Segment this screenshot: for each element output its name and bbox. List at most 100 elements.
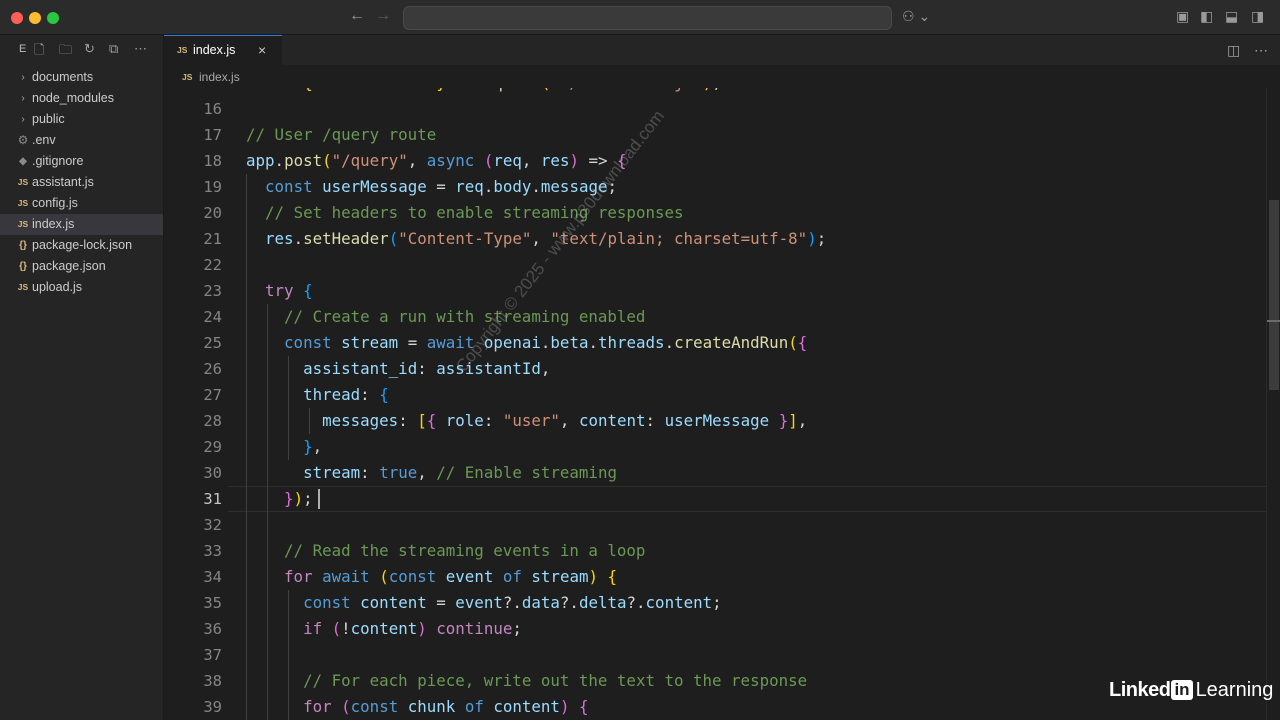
line-number: 27 (203, 386, 222, 404)
current-line-highlight (228, 486, 1266, 512)
chevron-right-icon: › (21, 93, 25, 104)
editor-tab-bar: JS index.js × ◫ ⋯ (164, 35, 1280, 66)
toggle-panel-icon[interactable]: ⬓ (1225, 8, 1238, 25)
brand-text-linked: Linked (1109, 679, 1171, 701)
line-number: 34 (203, 568, 222, 586)
tree-item-label: assistant.js (32, 175, 94, 189)
line-number: 36 (203, 620, 222, 638)
refresh-icon[interactable]: ↻ (84, 41, 95, 57)
gear-icon: ⚙ (17, 133, 29, 147)
minimize-window-button[interactable] (29, 12, 41, 24)
layout-customize-icon[interactable]: ▣ (1176, 8, 1189, 25)
line-number: 33 (203, 542, 222, 560)
js-file-icon: JS (17, 282, 29, 292)
vertical-scrollbar[interactable] (1266, 88, 1280, 720)
js-file-icon: JS (17, 177, 29, 187)
line-number: 22 (203, 256, 222, 274)
dot-icon: ◆ (19, 156, 27, 167)
maximize-window-button[interactable] (47, 12, 59, 24)
text-cursor (318, 489, 320, 509)
more-actions-icon[interactable]: ⋯ (1254, 42, 1268, 59)
js-file-icon: JS (17, 198, 29, 208)
close-icon[interactable]: × (258, 42, 266, 58)
tree-item-label: public (32, 112, 65, 126)
title-bar: ← → ⚇ ⌄ ▣ ◧ ⬓ ◨ (0, 0, 1280, 35)
code-line: if (!content) continue; (303, 619, 522, 638)
line-number: 26 (203, 360, 222, 378)
tab-index-js[interactable]: JS index.js × (164, 35, 282, 66)
tree-item-label: documents (32, 70, 94, 84)
explorer-title: E (19, 43, 27, 55)
file-tree: › documents › node_modules › public ⚙ .e… (0, 67, 163, 298)
tree-item-gitignore[interactable]: ◆ .gitignore (0, 151, 163, 172)
tree-item-assistant-js[interactable]: JS assistant.js (0, 172, 163, 193)
explorer-header: E 🗋 🗀 ↻ ⧉ ⋯ (0, 35, 163, 65)
code-line: messages: [{ role: "user", content: user… (322, 411, 808, 430)
tree-item-label: package.json (32, 259, 106, 273)
tree-item-label: .env (32, 133, 56, 147)
tree-item-documents[interactable]: › documents (0, 67, 163, 88)
code-line: const userMessage = req.body.message; (265, 177, 617, 196)
scrollbar-thumb[interactable] (1269, 200, 1279, 390)
code-line: // Create a run with streaming enabled (284, 307, 646, 326)
js-file-icon: JS (17, 219, 29, 229)
code-line: assistant_id: assistantId, (303, 359, 551, 378)
new-file-icon[interactable]: 🗋 (34, 41, 44, 63)
tree-item-label: .gitignore (32, 154, 84, 168)
code-line: thread: { (303, 385, 389, 404)
js-file-icon: JS (177, 45, 188, 55)
line-number: 29 (203, 438, 222, 456)
tree-item-config-js[interactable]: JS config.js (0, 193, 163, 214)
code-line: const content = event?.data?.delta?.cont… (303, 593, 722, 612)
breadcrumb: JS index.js (164, 66, 1280, 88)
tree-item-package-lock-json[interactable]: {} package-lock.json (0, 235, 163, 256)
tree-item-env[interactable]: ⚙ .env (0, 130, 163, 151)
tree-item-index-js[interactable]: JS index.js (0, 214, 163, 235)
tree-item-upload-js[interactable]: JS upload.js (0, 277, 163, 298)
command-center-search[interactable] (403, 6, 892, 30)
tree-item-public[interactable]: › public (0, 109, 163, 130)
code-line: try { (265, 281, 313, 300)
more-icon[interactable]: ⋯ (134, 41, 147, 57)
line-number: 19 (203, 178, 222, 196)
line-number: 35 (203, 594, 222, 612)
code-line: res.setHeader("Content-Type", "text/plai… (265, 229, 827, 248)
breadcrumb-item[interactable]: index.js (199, 70, 240, 84)
code-line: // Read the streaming events in a loop (284, 541, 646, 560)
json-file-icon: {} (19, 240, 27, 251)
tree-item-package-json[interactable]: {} package.json (0, 256, 163, 277)
chevron-right-icon: › (21, 72, 25, 83)
line-number: 31 (203, 490, 222, 508)
code-line: // User /query route (246, 125, 437, 144)
code-editor[interactable]: 15 16 17 18 19 20 21 22 23 24 25 26 27 2… (164, 88, 1266, 720)
explorer-sidebar: E 🗋 🗀 ↻ ⧉ ⋯ › documents › node_modules ›… (0, 35, 164, 720)
line-number: 17 (203, 126, 222, 144)
line-number: 21 (203, 230, 222, 248)
code-line: const stream = await openai.beta.threads… (284, 333, 808, 352)
collapse-icon[interactable]: ⧉ (109, 41, 118, 57)
line-number: 38 (203, 672, 222, 690)
split-editor-icon[interactable]: ◫ (1227, 42, 1240, 59)
code-line: for (const chunk of content) { (303, 697, 589, 716)
copilot-icon[interactable]: ⚇ ⌄ (902, 8, 930, 25)
close-window-button[interactable] (11, 12, 23, 24)
line-number: 37 (203, 646, 222, 664)
line-number: 24 (203, 308, 222, 326)
toggle-secondary-sidebar-icon[interactable]: ◨ (1251, 8, 1264, 25)
tree-item-node-modules[interactable]: › node_modules (0, 88, 163, 109)
brand-text-learning: Learning (1195, 679, 1274, 701)
line-number: 18 (203, 152, 222, 170)
toggle-sidebar-icon[interactable]: ◧ (1200, 8, 1213, 25)
line-number: 32 (203, 516, 222, 534)
forward-arrow-icon[interactable]: → (375, 7, 391, 25)
line-number: 30 (203, 464, 222, 482)
tree-item-label: node_modules (32, 91, 115, 105)
tree-item-label: config.js (32, 196, 78, 210)
line-number: 39 (203, 698, 222, 716)
new-folder-icon[interactable]: 🗀 (59, 41, 72, 63)
tree-item-label: index.js (32, 217, 75, 231)
tree-item-label: upload.js (32, 280, 83, 294)
chevron-right-icon: › (21, 114, 25, 125)
back-arrow-icon[interactable]: ← (349, 7, 365, 25)
code-line: }, (303, 437, 323, 456)
